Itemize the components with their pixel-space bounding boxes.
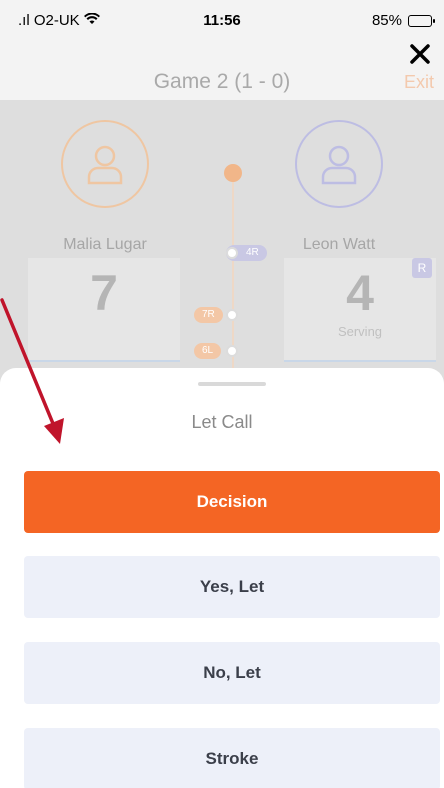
rally-pill: 6L — [194, 343, 222, 359]
close-icon[interactable] — [406, 40, 434, 68]
status-bar: .ıl O2-UK 11:56 85% — [0, 0, 444, 40]
game-header: Game 2 (1 - 0) Exit — [0, 40, 444, 100]
side-badge: R — [412, 258, 432, 278]
battery-icon — [408, 14, 435, 27]
stroke-button[interactable]: Stroke — [24, 728, 440, 788]
score-value: 7 — [90, 265, 118, 321]
yes-let-button[interactable]: Yes, Let — [24, 556, 440, 618]
player-name: Leon Watt — [302, 236, 376, 253]
battery-indicator: 85% — [371, 12, 435, 29]
player-right: Leon Watt — [264, 120, 414, 254]
avatar — [295, 120, 383, 208]
player-left: Malia Lugar — [30, 120, 180, 254]
rally-pill: 7R — [194, 307, 223, 323]
player-name: Malia Lugar — [63, 236, 147, 253]
rally-dot — [226, 247, 238, 259]
decision-button[interactable]: Decision — [24, 471, 440, 533]
avatar — [61, 120, 149, 208]
sheet-drag-handle[interactable] — [198, 382, 266, 386]
score-box-left[interactable]: 7 — [28, 258, 180, 362]
rally-dot — [226, 309, 238, 321]
rally-dot — [226, 345, 238, 357]
score-box-right[interactable]: R 4 Serving — [284, 258, 436, 362]
game-title: Game 2 (1 - 0) — [153, 70, 291, 93]
let-call-sheet: Let Call Decision Yes, Let No, Let Strok… — [0, 368, 444, 788]
sheet-title: Let Call — [191, 412, 253, 432]
user-icon — [87, 145, 123, 185]
serving-label: Serving — [337, 324, 383, 339]
no-let-button[interactable]: No, Let — [24, 642, 440, 704]
exit-button[interactable]: Exit — [404, 72, 434, 93]
user-icon — [321, 145, 357, 185]
timeline-start-dot — [224, 164, 242, 182]
battery-percent: 85% — [371, 12, 402, 29]
